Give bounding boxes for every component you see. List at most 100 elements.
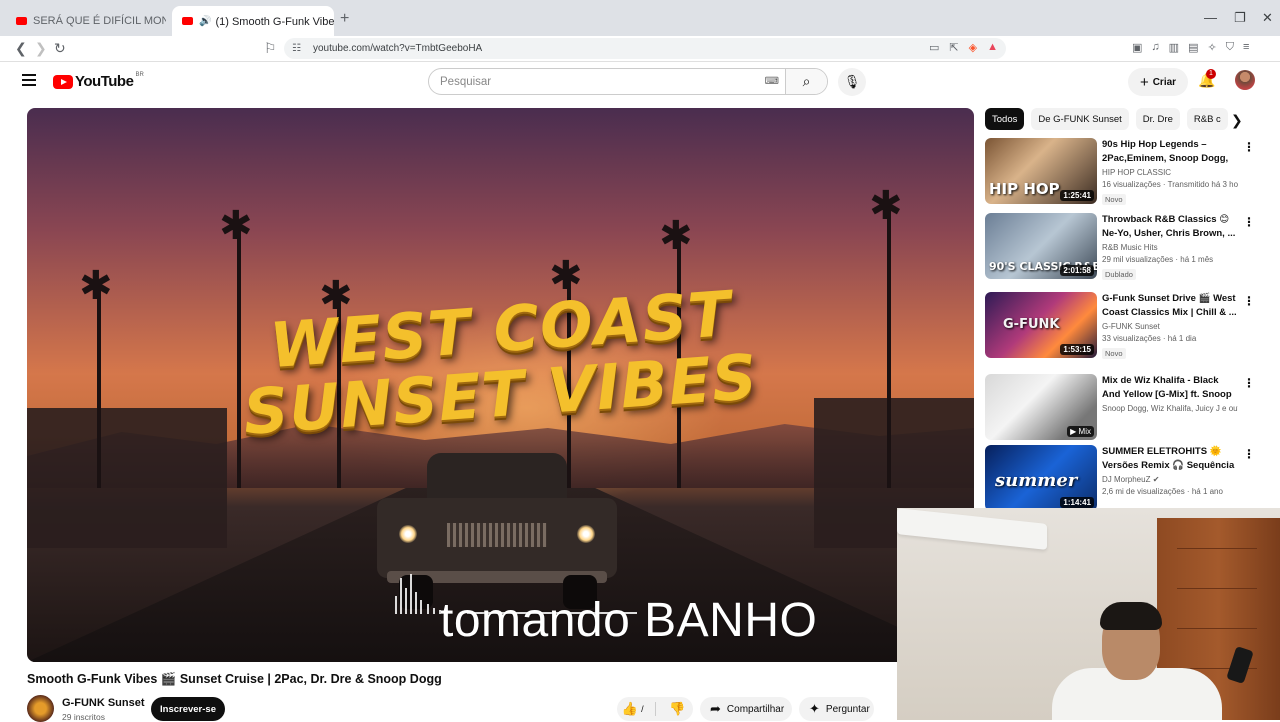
duration-badge: 1:25:41 <box>1060 190 1094 201</box>
create-button[interactable]: + Criar <box>1128 68 1188 96</box>
guide-menu-icon[interactable] <box>22 74 36 89</box>
search-box[interactable]: Pesquisar ⌨ ⌕ <box>428 68 828 95</box>
chip-all[interactable]: Todos <box>985 108 1025 130</box>
video-thumbnail[interactable]: G-FUNK 1:53:15 <box>985 292 1097 358</box>
recommendation-item[interactable]: HIP HOP 1:25:41 90s Hip Hop Legends – 2P… <box>985 138 1255 205</box>
recommendation-item[interactable]: summer 1:14:41 SUMMER ELETROHITS 🌞 Versõ… <box>985 445 1255 511</box>
more-options-icon[interactable]: ⋮ <box>1243 447 1255 461</box>
account-avatar[interactable] <box>1235 70 1255 90</box>
recommendation-title[interactable]: SUMMER ELETROHITS 🌞 Versões Remix 🎧 Sequ… <box>1102 445 1238 472</box>
recommendation-item[interactable]: ▶ Mix Mix de Wiz Khalifa - Black And Yel… <box>985 374 1255 440</box>
more-options-icon[interactable]: ⋮ <box>1243 215 1255 229</box>
channel-avatar[interactable] <box>27 695 54 722</box>
video-title: Smooth G-Funk Vibes 🎬 Sunset Cruise | 2P… <box>27 672 442 686</box>
browser-tab-active[interactable]: 🔊 (1) Smooth G-Funk Vibes 🎬 ✕ <box>172 6 334 36</box>
live-caption: tomando BANHO <box>440 594 818 647</box>
recommendation-item[interactable]: G-FUNK 1:53:15 G-Funk Sunset Drive 🎬 Wes… <box>985 292 1255 359</box>
youtube-play-icon <box>53 74 73 89</box>
ask-button[interactable]: ✦ Perguntar <box>799 697 874 721</box>
youtube-favicon-icon <box>16 17 27 25</box>
back-icon[interactable]: ❮ <box>15 40 27 57</box>
video-thumbnail[interactable]: HIP HOP 1:25:41 <box>985 138 1097 204</box>
dubbed-badge: Dublado <box>1102 269 1136 280</box>
like-button[interactable]: 👍 / <box>617 701 649 717</box>
more-options-icon[interactable]: ⋮ <box>1243 140 1255 154</box>
tab-title: (1) Smooth G-Funk Vibes 🎬 <box>215 15 334 28</box>
chevron-right-icon[interactable]: ❯ <box>1231 112 1243 129</box>
brave-rewards-icon[interactable]: ▲ <box>987 41 998 54</box>
keyboard-icon[interactable]: ⌨ <box>765 76 779 87</box>
related-filter-chips: Todos De G-FUNK Sunset Dr. Dre R&B c <box>985 108 1250 130</box>
share-label: Compartilhar <box>726 703 785 715</box>
chip-rnb[interactable]: R&B c <box>1186 108 1228 130</box>
thumbs-down-icon: 👎 <box>669 701 686 716</box>
extension-icon[interactable]: ▣ <box>1132 41 1142 54</box>
bookmark-icon[interactable]: ⚐ <box>264 40 277 57</box>
create-label: Criar <box>1152 76 1177 88</box>
youtube-logo[interactable]: YouTube BR <box>53 72 144 90</box>
duration-badge: 2:01:58 <box>1060 265 1094 276</box>
duration-badge: 1:14:41 <box>1060 497 1094 508</box>
recommendation-title[interactable]: Mix de Wiz Khalifa - Black And Yellow [G… <box>1102 374 1238 401</box>
menu-icon[interactable]: ≡ <box>1243 41 1249 54</box>
minimize-icon[interactable]: — <box>1204 10 1217 25</box>
share-button[interactable]: ➦ Compartilhar <box>700 697 792 721</box>
chip-dr-dre[interactable]: Dr. Dre <box>1135 108 1180 130</box>
cast-icon[interactable]: ▭ <box>929 41 939 54</box>
recommendation-item[interactable]: 90'S CLASSIC R&B 2:01:58 Throwback R&B C… <box>985 213 1255 280</box>
subscribe-button[interactable]: Inscrever-se <box>151 697 225 721</box>
search-button[interactable]: ⌕ <box>785 69 827 94</box>
vpn-icon[interactable]: ⛉ <box>1226 41 1234 54</box>
recommendation-title[interactable]: 90s Hip Hop Legends – 2Pac,Eminem, Snoop… <box>1102 138 1238 165</box>
wallet-icon[interactable]: ▤ <box>1188 41 1198 54</box>
channel-name[interactable]: G-FUNK Sunset <box>62 697 145 709</box>
recommendation-channel[interactable]: R&B Music Hits <box>1102 243 1238 252</box>
duration-badge: 1:53:15 <box>1060 344 1094 355</box>
video-thumbnail[interactable]: summer 1:14:41 <box>985 445 1097 511</box>
close-window-icon[interactable]: ✕ <box>1262 10 1273 26</box>
brave-shields-icon[interactable]: ◈ <box>969 41 977 54</box>
chip-channel[interactable]: De G-FUNK Sunset <box>1031 108 1129 130</box>
site-info-icon[interactable]: ☷ <box>292 43 301 54</box>
forward-icon[interactable]: ❯ <box>35 40 47 57</box>
ask-label: Perguntar <box>825 703 870 715</box>
recommendation-title[interactable]: G-Funk Sunset Drive 🎬 West Coast Classic… <box>1102 292 1238 319</box>
like-dislike-group: 👍 / 👎 <box>617 697 693 721</box>
mix-badge: ▶ Mix <box>1067 426 1094 437</box>
microphone-icon: 🎙 <box>843 74 861 89</box>
new-badge: Novo <box>1102 194 1126 205</box>
air-conditioner <box>897 508 1047 550</box>
voice-search-button[interactable]: 🎙 <box>838 68 866 96</box>
video-thumbnail[interactable]: 90'S CLASSIC R&B 2:01:58 <box>985 213 1097 279</box>
browser-toolbar: ❮ ❯ ↻ ⚐ ☷ youtube.com/watch?v=TmbtGeeboH… <box>0 36 1280 62</box>
sidebar-icon[interactable]: ▥ <box>1169 41 1179 54</box>
recommendation-channel[interactable]: G-FUNK Sunset <box>1102 322 1238 331</box>
recommendation-channel[interactable]: Snoop Dogg, Wiz Khalifa, Juicy J e outro… <box>1102 404 1238 413</box>
notifications-button[interactable]: 🔔 1 <box>1198 69 1216 89</box>
recommendation-views: 29 mil visualizações · há 1 mês <box>1102 255 1214 264</box>
recommendation-title[interactable]: Throwback R&B Classics 😊 Ne-Yo, Usher, C… <box>1102 213 1238 240</box>
more-options-icon[interactable]: ⋮ <box>1243 376 1255 390</box>
recommendation-channel[interactable]: DJ MorpheuZ ✔ <box>1102 475 1238 484</box>
music-icon[interactable]: ♫ <box>1151 41 1159 54</box>
new-tab-icon[interactable]: + <box>340 10 349 28</box>
browser-tab-inactive[interactable]: SERÁ QUE É DIFÍCIL MONTAR UM PC <box>6 6 166 36</box>
speaker-icon[interactable]: 🔊 <box>199 16 211 27</box>
restore-icon[interactable]: ❐ <box>1234 10 1246 26</box>
recommendation-channel[interactable]: HIP HOP CLASSIC <box>1102 168 1238 177</box>
extension-toolbar: ▣ ♫ ▥ ▤ ✧ ⛉ ≡ <box>1132 41 1249 54</box>
sparkle-icon: ✦ <box>809 701 820 716</box>
mix-label: Mix <box>1078 427 1091 436</box>
video-player[interactable]: WEST COAST SUNSET VIBES tomando BANHO <box>27 108 974 662</box>
dislike-button[interactable]: 👎 <box>662 701 694 717</box>
thumbs-up-icon: 👍 <box>621 701 639 716</box>
mix-thumbnail[interactable]: ▶ Mix <box>985 374 1097 440</box>
leo-ai-icon[interactable]: ✧ <box>1207 41 1216 54</box>
thumbnail-text: HIP HOP <box>989 180 1060 198</box>
search-input[interactable]: Pesquisar <box>429 76 765 88</box>
reload-icon[interactable]: ↻ <box>54 40 66 57</box>
more-options-icon[interactable]: ⋮ <box>1243 294 1255 308</box>
share-page-icon[interactable]: ⇱ <box>949 41 958 54</box>
share-arrow-icon: ➦ <box>710 701 721 716</box>
address-bar[interactable]: ☷ youtube.com/watch?v=TmbtGeeboHA ▭ ⇱ ◈ … <box>284 38 1006 59</box>
